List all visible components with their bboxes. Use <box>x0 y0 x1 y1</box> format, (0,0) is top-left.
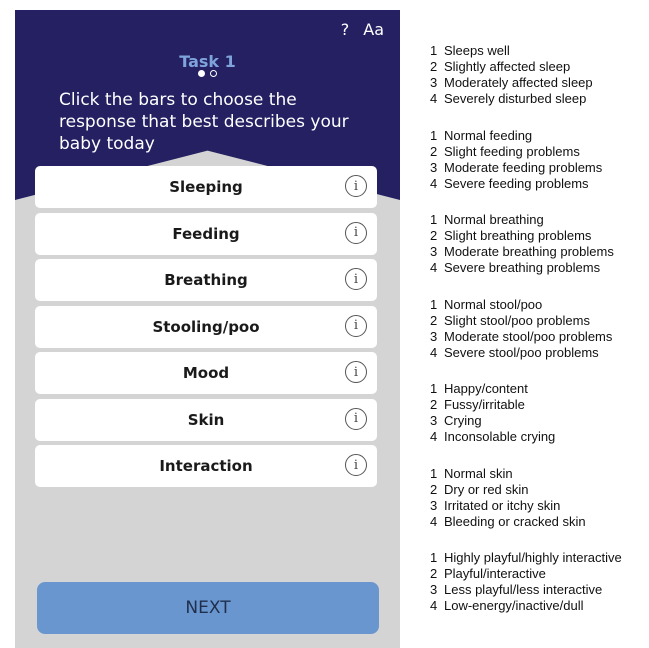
help-icon[interactable]: ? <box>341 20 350 39</box>
bar-label: Interaction <box>159 457 253 475</box>
legend-item: 1 Sleeps well <box>430 43 510 58</box>
legend-item: 4 Severe feeding problems <box>430 175 589 191</box>
bar-mood[interactable]: Mood i <box>35 352 377 394</box>
page-dot-inactive <box>210 70 217 77</box>
legend-item: 3 Irritated or itchy skin <box>430 497 561 513</box>
info-icon[interactable]: i <box>345 175 367 197</box>
legend-item: 3 Crying <box>430 413 482 428</box>
legend-item: 2 Playful/interactive <box>430 566 546 581</box>
legend-item: 4 Low-energy/inactive/dull <box>430 598 584 613</box>
bar-label: Mood <box>182 364 230 382</box>
legend-group-interaction: 1 Highly playful/highly interactive 2 Play… <box>430 550 649 614</box>
legend-group-feeding: 1 Normal feeding 2 Slight feeding problems… <box>430 128 649 192</box>
info-icon[interactable]: i <box>345 268 367 290</box>
bar-label: Breathing <box>164 271 248 289</box>
info-icon[interactable]: i <box>345 221 367 244</box>
task-title: Task 1 <box>179 52 236 71</box>
bar-label: Sleeping <box>169 178 243 196</box>
legend-group-stooling: 1 Normal stool/poo 2 Slight stool/poo prob… <box>430 297 649 361</box>
bar-label: Stooling/poo <box>152 317 260 336</box>
legend-item: 1 Normal skin <box>430 465 513 481</box>
page-dot-active <box>198 70 205 77</box>
bar-breathing[interactable]: Breathing i <box>35 259 377 301</box>
legend-item: 2 Slight stool/poo problems <box>430 312 590 328</box>
legend-group-sleeping: 1 Sleeps well 2 Slightly affected sleep 3M… <box>430 43 649 107</box>
legend-item: 3 Moderately affected sleep <box>430 75 593 90</box>
info-icon[interactable]: i <box>345 314 367 337</box>
legend-item: 1 Normal stool/poo <box>430 296 543 312</box>
bar-label: Feeding <box>172 224 240 243</box>
legend-item: 3 Moderate feeding problems <box>430 159 603 175</box>
page-indicator <box>15 70 400 77</box>
info-icon[interactable]: i <box>345 361 367 383</box>
bar-sleeping[interactable]: Sleeping i <box>35 166 377 208</box>
legend-group-mood: 1 Happy/content 2 Fussy/irritable 3 Crying … <box>430 381 649 445</box>
legend-item: 4 Severe breathing problems <box>430 260 601 275</box>
legend-item: 2 Slight breathing problems <box>430 228 592 243</box>
bar-label: Skin <box>187 410 225 429</box>
legend-item: 4 Bleeding or cracked skin <box>430 513 586 529</box>
legend-item: 3 Less playful/less interactive <box>430 582 603 597</box>
info-icon[interactable]: i <box>345 407 367 430</box>
legend-item: 1 Normal breathing <box>430 212 544 227</box>
instructions-text: Click the bars to choose the response th… <box>59 90 349 154</box>
legend-item: 2 Dry or red skin <box>430 481 529 497</box>
bar-interaction[interactable]: Interaction i <box>35 445 377 487</box>
bar-stooling[interactable]: Stooling/poo i <box>35 305 377 348</box>
legend-item: 2 Fussy/irritable <box>430 397 525 412</box>
legend-item: 4 Inconsolable crying <box>430 429 556 444</box>
bar-skin[interactable]: Skin i <box>35 398 377 441</box>
legend-item: 2 Slight feeding problems <box>430 143 580 159</box>
legend-item: 3 Moderate stool/poo problems <box>430 328 613 344</box>
phone-screen: ? Aa Task 1 Click the bars to choose the… <box>15 10 400 648</box>
legend-item: 2 Slightly affected sleep <box>430 59 571 74</box>
legend-item: 3 Moderate breathing problems <box>430 244 614 259</box>
legend-item: 4 Severely disturbed sleep <box>430 91 587 106</box>
next-button[interactable]: NEXT <box>37 582 379 634</box>
legend-item: 1 Happy/content <box>430 381 528 396</box>
legend-item: 4 Severe stool/poo problems <box>430 344 599 360</box>
response-legend: 1 Sleeps well 2 Slightly affected sleep 3M… <box>430 43 649 635</box>
legend-group-skin: 1 Normal skin 2 Dry or red skin 3 Irritated… <box>430 466 649 530</box>
legend-group-breathing: 1 Normal breathing 2 Slight breathing prob… <box>430 212 649 276</box>
legend-item: 1 Highly playful/highly interactive <box>430 550 622 565</box>
legend-item: 1 Normal feeding <box>430 127 533 143</box>
text-size-icon[interactable]: Aa <box>363 20 384 39</box>
top-toolbar: ? Aa <box>341 20 384 39</box>
response-bars: Sleeping i Feeding i Breathing i Stoolin… <box>35 166 377 492</box>
info-icon[interactable]: i <box>345 454 367 476</box>
bar-feeding[interactable]: Feeding i <box>35 212 377 255</box>
